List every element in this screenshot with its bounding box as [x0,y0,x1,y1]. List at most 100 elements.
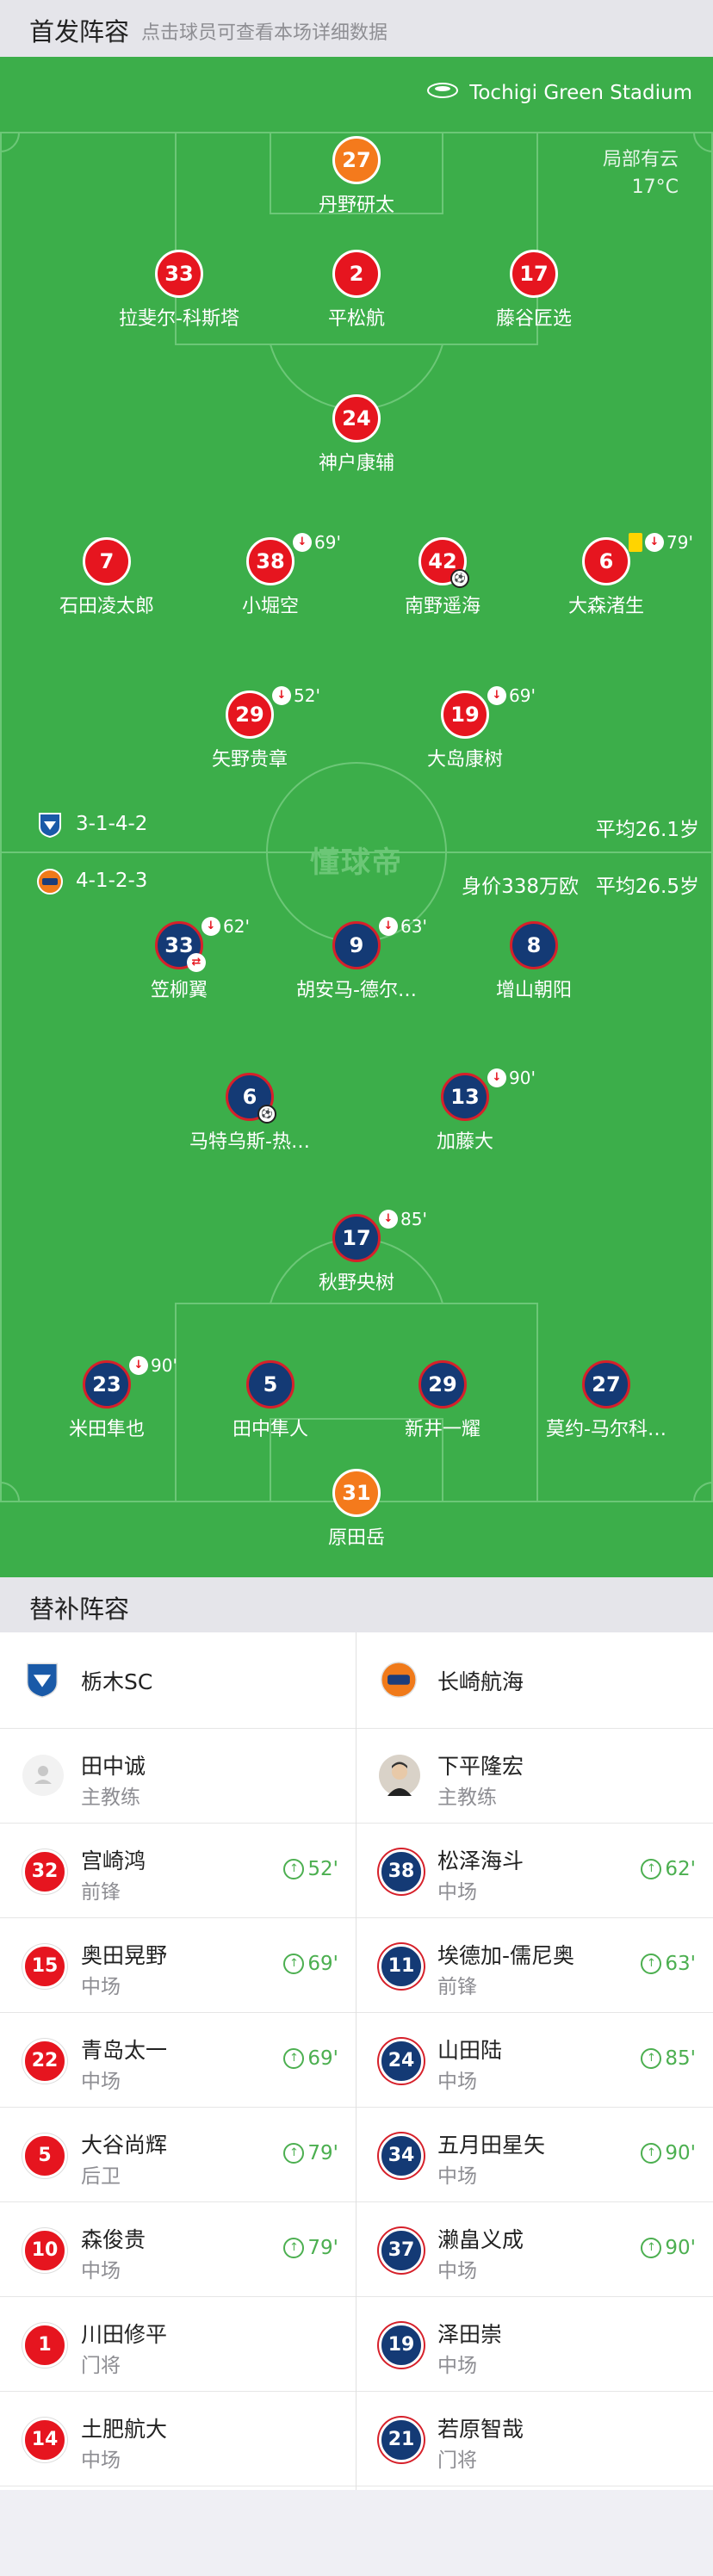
sub-number: 15 [22,1944,67,1989]
sub-number: 5 [22,2133,67,2178]
player-number: 9 [332,921,381,969]
away-team-row[interactable]: 长崎航海 [356,1632,713,1729]
team-name: 长崎航海 [437,1669,524,1694]
player-away-5[interactable]: 5 田中隼人 [184,1360,356,1441]
player-number: 33 ⇄ [155,921,206,972]
player-name: 神户康辅 [318,453,394,474]
sub-in-minute: 85' [665,2047,696,2070]
sub-out-icon: ↓ [202,917,220,936]
away-coach-row[interactable]: 下平隆宏 主教练 [356,1729,713,1824]
player-home-33[interactable]: 33 拉斐尔-科斯塔 [93,250,265,331]
sub-in-icon: ↑ [283,1954,305,1974]
away-subs-column: 长崎航海 下平隆宏 主教练 38 松泽海斗 中场 ↑ 62' 11 埃德加-儒尼奥… [356,1632,713,2490]
sub-row[interactable]: 24 山田陆 中场 ↑ 85' [356,2013,713,2108]
sub-out-minute: 79' [666,532,693,553]
player-home-42[interactable]: 42 ⚽ 南野遥海 [356,537,529,618]
sub-out-marker: ↓ 63' [379,916,427,937]
sub-in-marker: ↑ 69' [283,1953,338,1975]
sub-row[interactable]: 15 奥田晃野 中场 ↑ 69' [0,1918,356,2013]
sub-name: 五月田星矢 [437,2133,546,2158]
swap-icon: ⇄ [187,953,206,972]
player-name: 新井一耀 [404,1419,480,1440]
player-away-23[interactable]: 23 ↓ 90' 米田隼也 [21,1355,193,1441]
player-number: 13 [441,1073,489,1121]
player-away-33[interactable]: 33 ⇄ ↓ 62' 笠柳翼 [93,916,265,1002]
player-away-9[interactable]: 9 ↓ 63' 胡安马-德尔… [270,916,443,1002]
substitutes-list: 栃木SC 田中诚 主教练 32 宫崎鸿 前锋 ↑ 52' 15 奥田晃野 中场 ↑… [0,1632,713,2490]
sub-position: 门将 [437,2449,477,2472]
player-home-27[interactable]: 27 丹野研太 [270,136,443,217]
home-coach-row[interactable]: 田中诚 主教练 [0,1729,356,1824]
player-number: 38 [246,537,294,585]
player-home-38[interactable]: 38 ↓ 69' 小堀空 [184,532,356,618]
sub-in-marker: ↑ 63' [641,1953,696,1975]
coach-role: 主教练 [437,1786,497,1809]
player-home-19[interactable]: 19 ↓ 69' 大岛康树 [379,685,551,771]
sub-name: 青岛太一 [81,2038,168,2063]
player-away-29[interactable]: 29 新井一耀 [356,1360,529,1441]
sub-row[interactable]: 19 泽田崇 中场 [356,2297,713,2392]
player-name: 田中隼人 [232,1419,308,1440]
sub-position: 中场 [81,2071,121,2093]
player-number: 19 [441,690,489,739]
goal-ball-icon: ⚽ [257,1105,276,1124]
sub-out-icon: ↓ [645,533,664,552]
sub-out-marker: ↓ 90' [487,1068,536,1088]
sub-row[interactable]: 21 若原智哉 门将 [356,2392,713,2486]
sub-in-icon: ↑ [283,2048,305,2069]
player-name: 加藤大 [436,1131,493,1153]
player-name: 原田岳 [327,1527,385,1549]
player-away-27[interactable]: 27 莫约-马尔科… [520,1360,692,1441]
player-name: 矢野贵章 [211,749,288,771]
sub-in-icon: ↑ [641,1954,662,1974]
player-name: 笠柳翼 [150,980,208,1001]
player-away-8[interactable]: 8 增山朝阳 [448,921,620,1002]
sub-in-icon: ↑ [641,2238,662,2258]
sub-number: 24 [379,2039,424,2084]
sub-row[interactable]: 38 松泽海斗 中场 ↑ 62' [356,1824,713,1918]
sub-number: 38 [379,1849,424,1894]
sub-name: 土肥航大 [81,2417,168,2442]
player-name: 拉斐尔-科斯塔 [119,308,239,330]
nagasaki-logo-icon [379,1660,418,1700]
player-home-29[interactable]: 29 ↓ 52' 矢野贵章 [164,685,336,771]
home-formation: 3-1-4-2 [76,813,148,835]
player-home-7[interactable]: 7 石田凌太郎 [21,537,193,618]
player-away-13[interactable]: 13 ↓ 90' 加藤大 [379,1068,551,1154]
player-away-31[interactable]: 31 原田岳 [270,1469,443,1550]
player-home-6[interactable]: 6 ↓ 79' 大森渚生 [520,532,693,618]
weather-info: 局部有云 17°C [603,146,679,201]
home-team-row[interactable]: 栃木SC [0,1632,356,1729]
player-name: 莫约-马尔科… [546,1419,666,1440]
sub-number: 21 [379,2418,424,2462]
player-number: 2 [332,250,381,298]
sub-number: 11 [379,1944,424,1989]
sub-in-marker: ↑ 79' [283,2237,338,2259]
coach-name: 下平隆宏 [437,1754,524,1779]
sub-name: 泽田崇 [437,2322,503,2347]
sub-row[interactable]: 10 森俊贵 中场 ↑ 79' [0,2202,356,2297]
sub-row[interactable]: 22 青岛太一 中场 ↑ 69' [0,2013,356,2108]
sub-out-icon: ↓ [293,533,312,552]
sub-row[interactable]: 1 川田修平 门将 [0,2297,356,2392]
sub-row[interactable]: 11 埃德加-儒尼奥 前锋 ↑ 63' [356,1918,713,2013]
sub-row[interactable]: 37 濑畠义成 中场 ↑ 90' [356,2202,713,2297]
sub-name: 森俊贵 [81,2227,146,2252]
player-number: 42 ⚽ [418,537,469,588]
sub-row[interactable]: 34 五月田星矢 中场 ↑ 90' [356,2108,713,2202]
sub-row[interactable]: 32 宫崎鸿 前锋 ↑ 52' [0,1824,356,1918]
sub-out-minute: 69' [509,685,536,706]
player-home-17[interactable]: 17 藤谷匠选 [448,250,620,331]
player-away-6[interactable]: 6 ⚽ 马特乌斯-热… [164,1073,336,1154]
sub-position: 中场 [81,2260,121,2282]
sub-position: 中场 [81,2449,121,2472]
sub-row[interactable]: 14 土肥航大 中场 [0,2392,356,2486]
player-home-24[interactable]: 24 神户康辅 [270,394,443,475]
sub-row[interactable]: 5 大谷尚辉 后卫 ↑ 79' [0,2108,356,2202]
player-away-17[interactable]: 17 ↓ 85' 秋野央树 [270,1209,443,1295]
player-number: 23 [83,1360,131,1409]
player-home-2[interactable]: 2 平松航 [270,250,443,331]
sub-position: 后卫 [81,2165,121,2188]
player-name: 增山朝阳 [495,980,572,1001]
sub-out-minute: 63' [400,916,427,937]
